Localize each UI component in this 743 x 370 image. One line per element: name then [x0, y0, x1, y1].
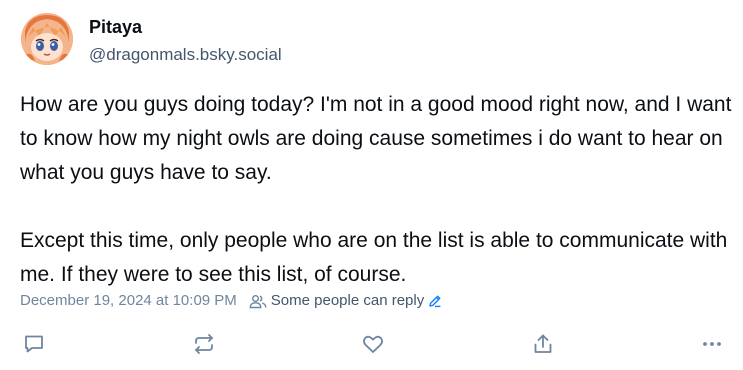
- like-icon: [363, 335, 383, 353]
- post-actions: [0, 330, 743, 358]
- share-button[interactable]: [529, 330, 557, 358]
- people-icon: [249, 294, 267, 309]
- share-icon: [534, 334, 552, 353]
- reply-button[interactable]: [20, 330, 48, 358]
- author-handle[interactable]: @dragonmals.bsky.social: [89, 44, 282, 66]
- author-display-name[interactable]: Pitaya: [89, 16, 142, 38]
- reply-settings-button[interactable]: Some people can reply: [249, 291, 442, 311]
- post-meta: December 19, 2024 at 10:09 PM Some peopl…: [20, 291, 442, 311]
- like-button[interactable]: [359, 330, 387, 358]
- pencil-icon: [428, 294, 442, 308]
- reply-icon: [25, 335, 43, 353]
- post-card: Pitaya @dragonmals.bsky.social How are y…: [0, 0, 743, 370]
- post-timestamp: December 19, 2024 at 10:09 PM: [20, 292, 237, 309]
- reply-settings-label: Some people can reply: [270, 292, 425, 309]
- author-avatar[interactable]: [21, 13, 73, 65]
- more-options-button[interactable]: [698, 330, 726, 358]
- repost-button[interactable]: [190, 330, 218, 358]
- post-text: How are you guys doing today? I'm not in…: [20, 93, 732, 286]
- repost-icon: [195, 334, 213, 354]
- more-icon: [703, 342, 721, 346]
- anime-avatar-icon: [21, 13, 73, 65]
